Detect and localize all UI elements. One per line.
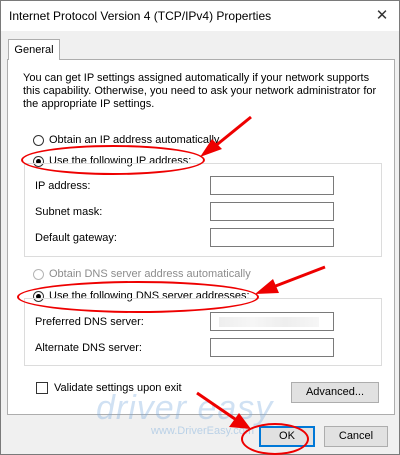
ok-button[interactable]: OK [259,426,315,447]
obtain-dns-auto-radio[interactable]: Obtain DNS server address automatically [33,268,251,280]
window-title: Internet Protocol Version 4 (TCP/IPv4) P… [9,9,272,23]
radio-unselected-icon [33,268,44,280]
preferred-dns-field[interactable] [210,312,334,331]
cancel-button[interactable]: Cancel [324,426,388,447]
validate-settings-label: Validate settings upon exit [54,382,182,394]
title-bar: Internet Protocol Version 4 (TCP/IPv4) P… [1,1,399,31]
subnet-mask-field[interactable] [210,202,334,221]
obtain-dns-auto-label: Obtain DNS server address automatically [49,268,251,280]
validate-settings-checkbox[interactable]: Validate settings upon exit [36,382,182,394]
ip-address-label: IP address: [35,180,91,192]
default-gateway-field[interactable] [210,228,334,247]
tab-general[interactable]: General [8,39,60,60]
preferred-dns-label: Preferred DNS server: [35,316,144,328]
obtain-ip-auto-radio[interactable]: Obtain an IP address automatically [33,134,219,146]
radio-unselected-icon [33,134,44,146]
alternate-dns-field[interactable] [210,338,334,357]
alternate-dns-label: Alternate DNS server: [35,342,142,354]
ip-address-field[interactable] [210,176,334,195]
checkbox-unchecked-icon [36,382,48,394]
advanced-button[interactable]: Advanced... [291,382,379,403]
default-gateway-label: Default gateway: [35,232,117,244]
watermark-url: www.DriverEasy.com [151,425,255,437]
general-panel: You can get IP settings assigned automat… [7,59,395,415]
close-icon[interactable]: ✕ [371,5,393,27]
obtain-ip-auto-label: Obtain an IP address automatically [49,134,220,146]
description-text: You can get IP settings assigned automat… [23,72,377,110]
properties-dialog: Internet Protocol Version 4 (TCP/IPv4) P… [0,0,400,455]
subnet-mask-label: Subnet mask: [35,206,103,218]
